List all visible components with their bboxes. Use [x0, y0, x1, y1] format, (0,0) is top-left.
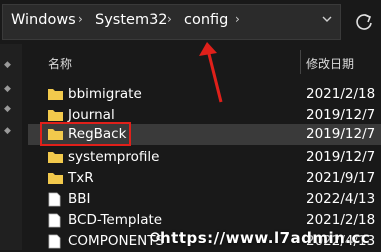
- file-name: TxR: [68, 170, 94, 186]
- list-item[interactable]: systemprofile 2019/12/7: [28, 147, 381, 168]
- refresh-icon[interactable]: [352, 11, 376, 33]
- watermark-logo-icon: [150, 232, 160, 242]
- file-name: bbimigrate: [68, 86, 142, 102]
- file-name: systemprofile: [68, 149, 160, 165]
- breadcrumb-windows[interactable]: Windows: [11, 12, 76, 28]
- chevron-right-icon[interactable]: ›: [167, 12, 172, 26]
- pin-icon: ◆: [4, 126, 11, 136]
- file-name: Journal: [68, 107, 115, 123]
- column-date-modified[interactable]: 修改日期: [306, 55, 354, 72]
- file-name: BBI: [68, 191, 91, 207]
- column-header: 名称 修改日期: [0, 48, 381, 78]
- pin-icon: ◆: [4, 104, 11, 114]
- watermark: https://www.l7admin.cc: [160, 229, 371, 247]
- breadcrumb-system32[interactable]: System32: [95, 12, 168, 28]
- file-icon: [48, 234, 61, 249]
- folder-icon: [48, 173, 63, 184]
- column-name[interactable]: 名称: [48, 55, 72, 72]
- list-item[interactable]: bbimigrate 2021/2/18: [28, 84, 381, 105]
- address-bar-area: Windows › System32 › config ›: [0, 0, 381, 44]
- folder-icon: [48, 89, 63, 100]
- file-date: 2019/12/7: [306, 126, 376, 142]
- file-date: 2021/2/18: [306, 86, 376, 102]
- file-name: BCD-Template: [68, 212, 163, 228]
- folder-icon: [48, 110, 63, 121]
- file-icon: [48, 213, 61, 228]
- file-date: 2022/4/13: [306, 191, 376, 207]
- column-divider[interactable]: [300, 50, 301, 74]
- list-item[interactable]: BCD-Template 2021/2/18: [28, 210, 381, 231]
- list-item[interactable]: BBI 2022/4/13: [28, 189, 381, 210]
- list-item[interactable]: TxR 2021/9/17: [28, 168, 381, 189]
- chevron-right-icon[interactable]: ›: [78, 12, 83, 26]
- file-date: 2021/2/18: [306, 212, 376, 228]
- annotation-highlight-box: [40, 122, 131, 146]
- breadcrumb-config[interactable]: config: [184, 12, 228, 28]
- file-date: 2021/9/17: [306, 170, 376, 186]
- file-date: 2019/12/7: [306, 149, 376, 165]
- folder-icon: [48, 152, 63, 163]
- file-date: 2019/12/7: [306, 107, 376, 123]
- chevron-down-icon[interactable]: [321, 14, 333, 24]
- pin-icon: ◆: [4, 84, 11, 94]
- chevron-right-icon[interactable]: ›: [235, 12, 240, 26]
- file-icon: [48, 192, 61, 207]
